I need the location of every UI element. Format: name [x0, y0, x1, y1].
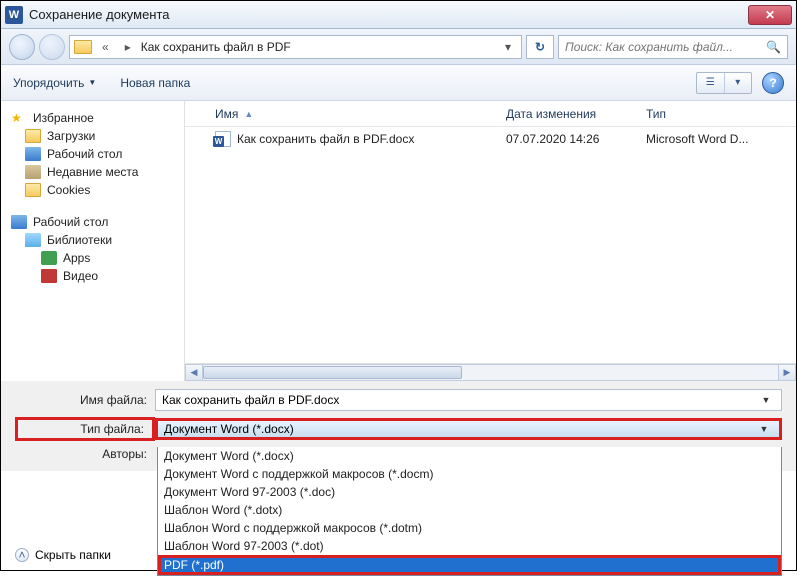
filetype-select[interactable]: Документ Word (*.docx) ▼: [155, 418, 782, 440]
chevron-up-icon: ˄: [18, 548, 25, 562]
sidebar-item-label: Cookies: [47, 183, 90, 197]
column-header-type[interactable]: Тип: [646, 107, 786, 121]
column-header-date[interactable]: Дата изменения: [506, 107, 646, 121]
sidebar-item-libraries[interactable]: Библиотеки: [1, 231, 184, 249]
sidebar-item-downloads[interactable]: Загрузки: [1, 127, 184, 145]
sidebar-item-label: Apps: [63, 251, 90, 265]
file-date-label: 07.07.2020 14:26: [506, 132, 646, 146]
file-list-area: Имя ▲ Дата изменения Тип Как сохранить ф…: [185, 101, 796, 381]
nav-back-button[interactable]: [9, 34, 35, 60]
folder-icon: [25, 129, 41, 143]
sidebar-item-label: Загрузки: [47, 129, 95, 143]
organize-button[interactable]: Упорядочить ▼: [13, 76, 96, 90]
view-list-icon: ☰: [697, 73, 725, 93]
sidebar-item-apps[interactable]: Apps: [1, 249, 184, 267]
view-mode-button[interactable]: ☰ ▾: [696, 72, 752, 94]
filetype-value: Документ Word (*.docx): [164, 422, 294, 436]
nav-forward-button[interactable]: [39, 34, 65, 60]
sidebar-item-label: Рабочий стол: [33, 215, 108, 229]
hide-folders-link[interactable]: Скрыть папки: [35, 548, 111, 562]
file-row[interactable]: Как сохранить файл в PDF.docx 07.07.2020…: [185, 127, 796, 151]
help-icon: ?: [769, 76, 776, 90]
scroll-track[interactable]: [203, 364, 778, 381]
sidebar: ★ Избранное Загрузки Рабочий стол Недавн…: [1, 101, 185, 381]
sidebar-item-favorites[interactable]: ★ Избранное: [1, 109, 184, 127]
address-bar[interactable]: « ▸ Как сохранить файл в PDF ▾: [69, 35, 522, 59]
column-label: Имя: [215, 107, 238, 121]
sidebar-item-label: Рабочий стол: [47, 147, 122, 161]
new-folder-label: Новая папка: [120, 76, 190, 90]
dropdown-icon[interactable]: ▼: [755, 424, 773, 434]
filename-value: Как сохранить файл в PDF.docx: [162, 393, 339, 407]
close-button[interactable]: ✕: [748, 5, 792, 25]
sidebar-item-desktop-root[interactable]: Рабочий стол: [1, 213, 184, 231]
video-icon: [41, 269, 57, 283]
desktop-icon: [25, 147, 41, 161]
sidebar-item-label: Видео: [63, 269, 98, 283]
filetype-option[interactable]: Шаблон Word с поддержкой макросов (*.dot…: [158, 519, 781, 537]
file-name-label: Как сохранить файл в PDF.docx: [237, 132, 414, 146]
refresh-icon: ↻: [535, 40, 545, 54]
breadcrumb-current[interactable]: Как сохранить файл в PDF: [141, 40, 291, 54]
toolbar: Упорядочить ▼ Новая папка ☰ ▾ ?: [1, 65, 796, 101]
close-icon: ✕: [765, 8, 775, 22]
new-folder-button[interactable]: Новая папка: [120, 76, 190, 90]
filetype-option[interactable]: Шаблон Word 97-2003 (*.dot): [158, 537, 781, 555]
folder-icon: [25, 183, 41, 197]
sidebar-item-recent[interactable]: Недавние места: [1, 163, 184, 181]
sidebar-item-label: Недавние места: [47, 165, 138, 179]
word-app-icon: W: [5, 6, 23, 24]
star-icon: ★: [11, 111, 27, 125]
desktop-icon: [11, 215, 27, 229]
horizontal-scrollbar[interactable]: ◀ ▶: [185, 363, 796, 381]
sidebar-item-label: Библиотеки: [47, 233, 112, 247]
sidebar-item-desktop[interactable]: Рабочий стол: [1, 145, 184, 163]
filetype-label: Тип файла:: [15, 417, 155, 441]
sidebar-item-cookies[interactable]: Cookies: [1, 181, 184, 199]
column-header-name[interactable]: Имя ▲: [195, 107, 506, 121]
scroll-right-icon[interactable]: ▶: [778, 364, 796, 381]
scroll-thumb[interactable]: [203, 366, 462, 379]
filetype-option[interactable]: Документ Word 97-2003 (*.doc): [158, 483, 781, 501]
filetype-option[interactable]: Документ Word (*.docx): [158, 447, 781, 465]
breadcrumb-collapse[interactable]: «: [96, 40, 115, 54]
docx-file-icon: [215, 131, 231, 147]
window-title: Сохранение документа: [29, 7, 748, 22]
search-input[interactable]: [565, 40, 766, 54]
filename-label: Имя файла:: [15, 393, 155, 407]
scroll-left-icon[interactable]: ◀: [185, 364, 203, 381]
expand-folders-button[interactable]: ˄: [15, 548, 29, 562]
authors-label: Авторы:: [15, 447, 155, 461]
breadcrumb-separator-icon: ▸: [119, 40, 137, 54]
sidebar-item-label: Избранное: [33, 111, 94, 125]
organize-label: Упорядочить: [13, 76, 84, 90]
search-box[interactable]: 🔍: [558, 35, 788, 59]
sidebar-item-video[interactable]: Видео: [1, 267, 184, 285]
main-area: ★ Избранное Загрузки Рабочий стол Недавн…: [1, 101, 796, 381]
file-list-header: Имя ▲ Дата изменения Тип: [185, 101, 796, 127]
view-dropdown-icon: ▾: [725, 73, 752, 93]
dropdown-icon[interactable]: ▼: [757, 395, 775, 405]
title-bar: W Сохранение документа ✕: [1, 1, 796, 29]
address-dropdown-icon[interactable]: ▾: [499, 40, 517, 54]
apps-icon: [41, 251, 57, 265]
filetype-option[interactable]: Шаблон Word (*.dotx): [158, 501, 781, 519]
libraries-icon: [25, 233, 41, 247]
filename-input[interactable]: Как сохранить файл в PDF.docx ▼: [155, 389, 782, 411]
footer: ˄ Скрыть папки: [15, 548, 111, 562]
help-button[interactable]: ?: [762, 72, 784, 94]
refresh-button[interactable]: ↻: [526, 35, 554, 59]
navigation-bar: « ▸ Как сохранить файл в PDF ▾ ↻ 🔍: [1, 29, 796, 65]
search-icon: 🔍: [766, 40, 781, 54]
file-type-label: Microsoft Word D...: [646, 132, 786, 146]
filetype-option[interactable]: Документ Word с поддержкой макросов (*.d…: [158, 465, 781, 483]
recent-icon: [25, 165, 41, 179]
sort-asc-icon: ▲: [244, 109, 253, 119]
chevron-down-icon: ▼: [88, 78, 96, 87]
filetype-dropdown: Документ Word (*.docx) Документ Word с п…: [157, 447, 782, 576]
filetype-option-pdf[interactable]: PDF (*.pdf): [158, 555, 781, 575]
folder-icon: [74, 40, 92, 54]
